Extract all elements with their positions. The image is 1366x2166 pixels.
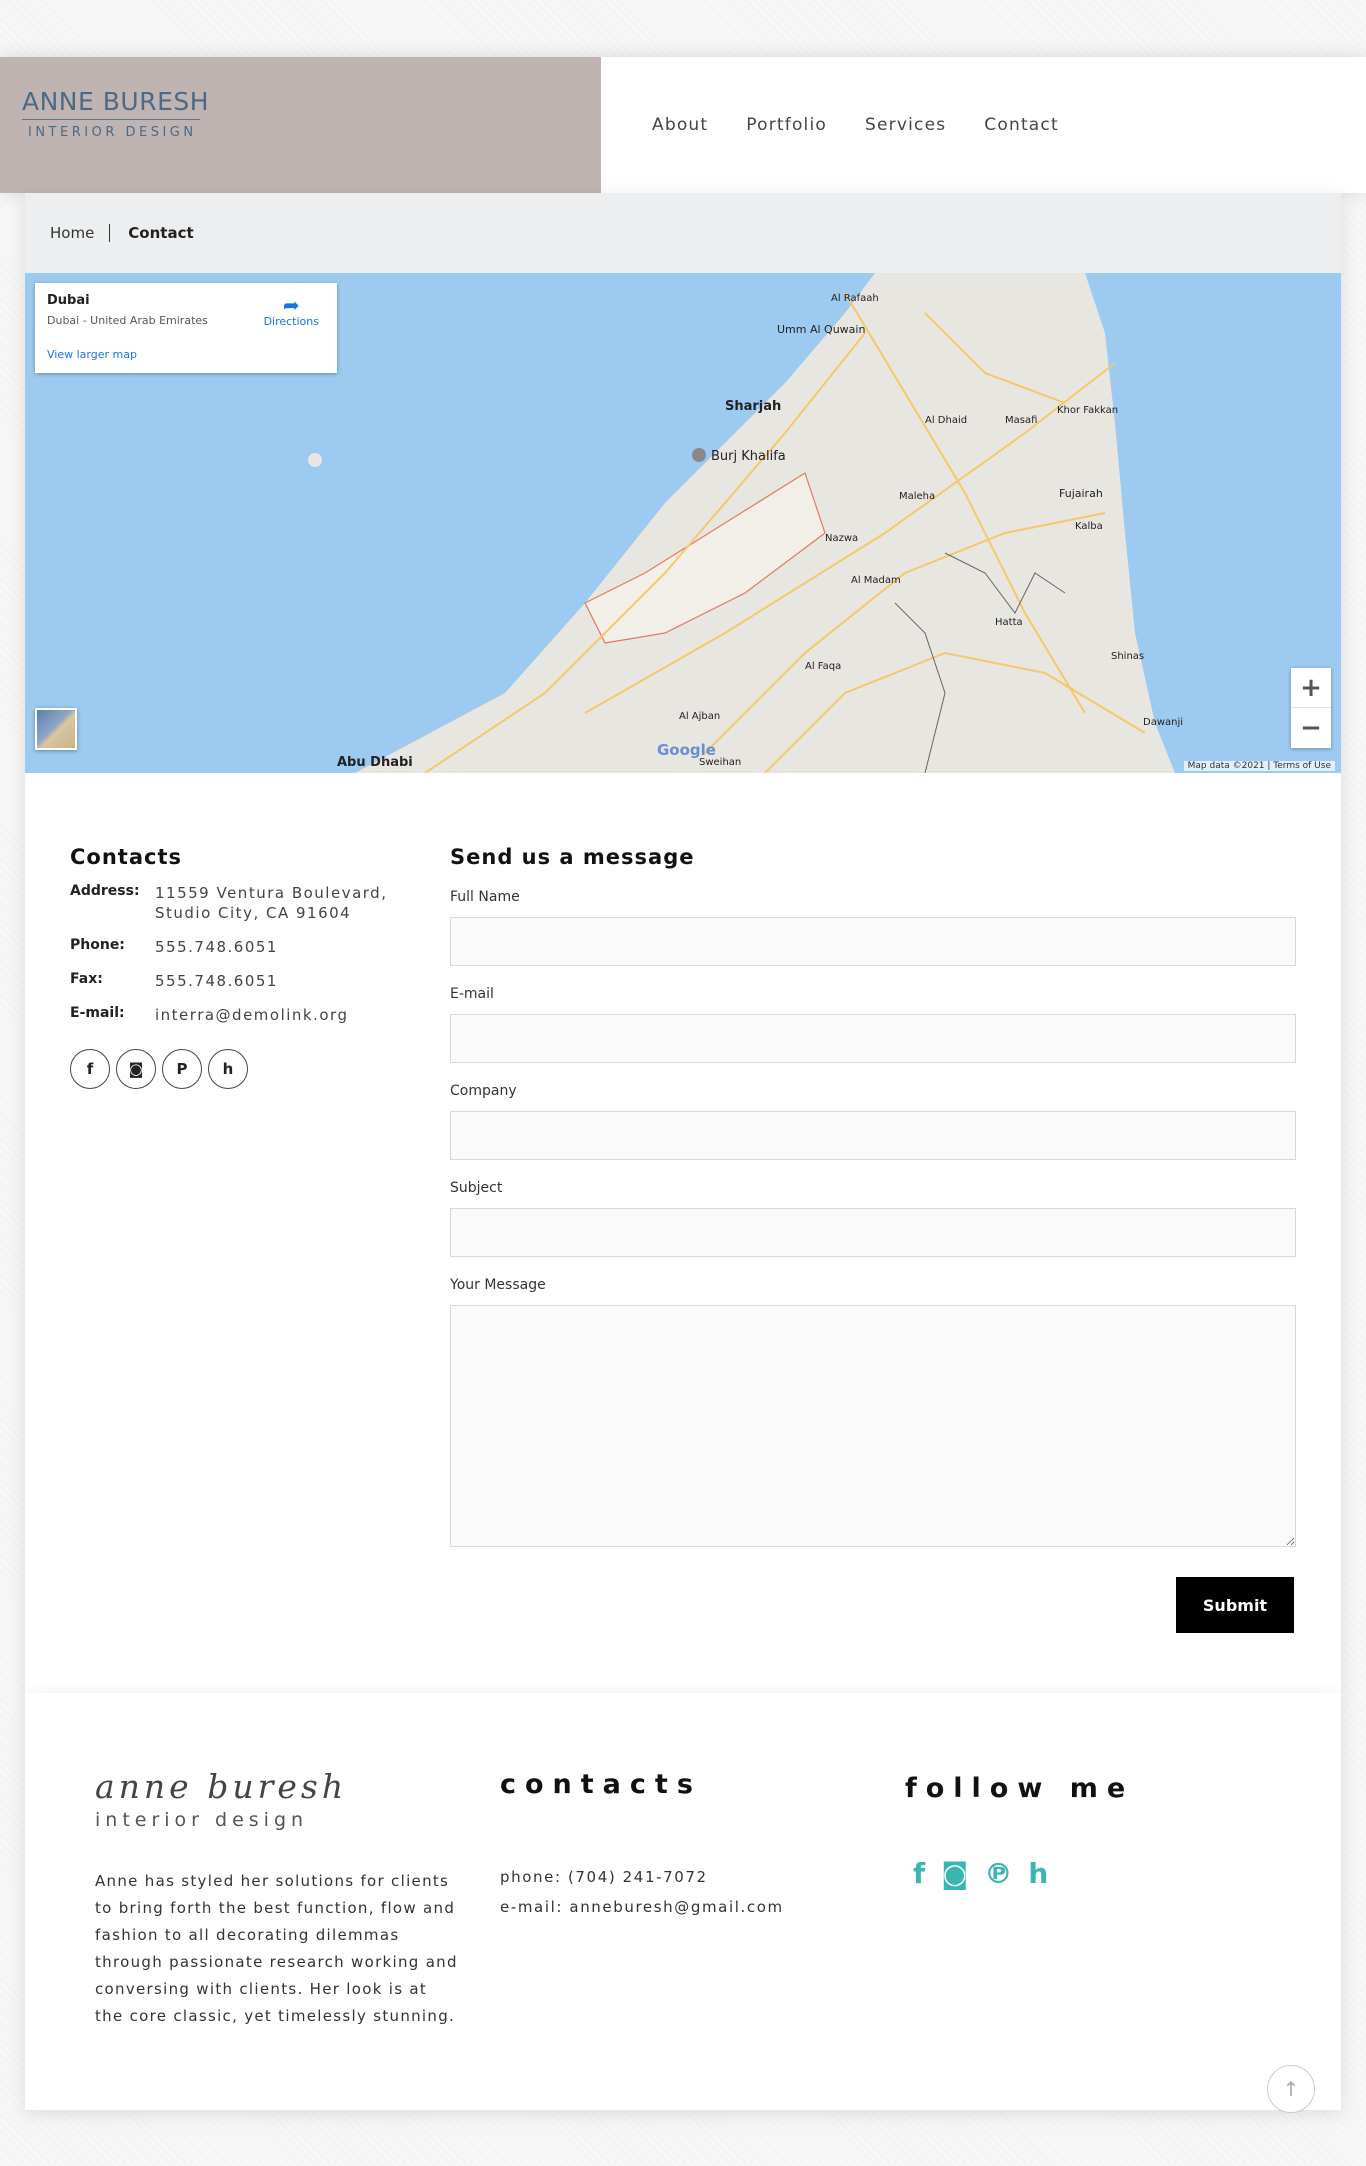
phone-row: Phone: 555.748.6051 — [70, 937, 410, 957]
footer-email[interactable]: e-mail: anneburesh@gmail.com — [500, 1898, 784, 1916]
map-label-al-dhaid: Al Dhaid — [925, 415, 968, 426]
map-label-al-ajban: Al Ajban — [679, 711, 721, 722]
map-label-sharjah: Sharjah — [725, 399, 782, 414]
email-row: E-mail: interra@demolink.org — [70, 1005, 410, 1025]
nav-portfolio[interactable]: Portfolio — [746, 115, 827, 135]
nav-about[interactable]: About — [652, 115, 708, 135]
zoom-out-button[interactable]: − — [1291, 708, 1331, 748]
logo-subtitle: INTERIOR DESIGN — [28, 125, 197, 140]
fax-label: Fax: — [70, 971, 103, 987]
map-label-al-rafaah: Al Rafaah — [831, 293, 879, 304]
message-form: Send us a message Full Name E-mail Compa… — [450, 845, 1296, 1633]
address-label: Address: — [70, 883, 140, 899]
full-name-input[interactable] — [450, 917, 1296, 966]
form-title: Send us a message — [450, 845, 695, 869]
map-label-hatta: Hatta — [995, 617, 1023, 628]
pinterest-icon[interactable]: P — [162, 1049, 202, 1089]
zoom-in-button[interactable]: + — [1291, 668, 1331, 708]
breadcrumb-home[interactable]: Home — [50, 224, 111, 242]
contact-socials: f ◙ P h — [70, 1049, 410, 1089]
subject-input[interactable] — [450, 1208, 1296, 1257]
site-footer: anne buresh interior design Anne has sty… — [25, 1693, 1341, 2113]
main-nav: About Portfolio Services Contact — [601, 57, 1097, 193]
breadcrumb-current: Contact — [128, 224, 194, 242]
email-value[interactable]: interra@demolink.org — [155, 1005, 410, 1025]
map-label-dawanji: Dawanji — [1143, 717, 1184, 728]
facebook-icon[interactable]: f — [913, 1857, 925, 1890]
nav-contact[interactable]: Contact — [984, 115, 1059, 135]
footer-follow-title: follow me — [905, 1773, 1135, 1804]
footer-logo-script: anne buresh — [95, 1767, 348, 1806]
map-credit[interactable]: Map data ©2021 | Terms of Use — [1183, 761, 1335, 771]
footer-phone[interactable]: phone: (704) 241-7072 — [500, 1868, 708, 1886]
map-label-kalba: Kalba — [1075, 521, 1103, 532]
map-label-burj-khalifa: Burj Khalifa — [711, 449, 786, 464]
map-label-fujairah: Fujairah — [1059, 487, 1103, 500]
contacts-block: Contacts Address: 11559 Ventura Boulevar… — [70, 845, 410, 1089]
map-label-shinas: Shinas — [1111, 651, 1145, 662]
zoom-controls: + − — [1291, 668, 1331, 748]
footer-contacts-title: contacts — [500, 1769, 702, 1800]
map-label-al-faqa: Al Faqa — [805, 661, 842, 672]
subject-label: Subject — [450, 1180, 503, 1196]
view-larger-map-link[interactable]: View larger map — [47, 348, 137, 361]
map-label-nazwa: Nazwa — [825, 533, 859, 544]
submit-button[interactable]: Submit — [1176, 1577, 1294, 1633]
back-to-top-button[interactable]: ↑ — [1267, 2065, 1315, 2113]
email-label: E-mail: — [70, 1005, 125, 1021]
map-label-umm-al-quwain: Umm Al Quwain — [777, 323, 866, 336]
email-field-label: E-mail — [450, 986, 494, 1002]
fax-value: 555.748.6051 — [155, 972, 278, 990]
map-label-maleha: Maleha — [899, 491, 936, 502]
facebook-icon[interactable]: f — [70, 1049, 110, 1089]
message-textarea[interactable] — [450, 1305, 1296, 1547]
map-label-khor-fakkan: Khor Fakkan — [1057, 405, 1119, 416]
directions-icon: ➦ — [282, 293, 300, 317]
map-info-card: Dubai Dubai - United Arab Emirates ➦ Dir… — [35, 283, 337, 373]
breadcrumb: Home Contact — [25, 193, 1341, 273]
logo-name: ANNE BURESH — [22, 87, 210, 116]
contacts-title: Contacts — [70, 845, 182, 869]
pinterest-icon[interactable]: ℗ — [984, 1857, 1012, 1890]
instagram-icon[interactable]: ◙ — [941, 1857, 968, 1890]
logo[interactable]: ANNE BURESH INTERIOR DESIGN — [0, 57, 601, 193]
address-value: 11559 Ventura Boulevard, Studio City, CA… — [155, 884, 388, 922]
google-logo: Google — [657, 741, 716, 759]
email-input[interactable] — [450, 1014, 1296, 1063]
map-label-abu-dhabi: Abu Dhabi — [337, 755, 413, 770]
phone-label: Phone: — [70, 937, 125, 953]
message-label: Your Message — [450, 1277, 546, 1293]
site-header: ANNE BURESH INTERIOR DESIGN About Portfo… — [0, 57, 1366, 193]
nav-services[interactable]: Services — [865, 115, 946, 135]
company-label: Company — [450, 1083, 517, 1099]
phone-value[interactable]: 555.748.6051 — [155, 937, 410, 957]
map-label-al-madam: Al Madam — [851, 575, 901, 586]
directions-button[interactable]: ➦ Directions — [264, 295, 319, 328]
footer-about: Anne has styled her solutions for client… — [95, 1872, 458, 2025]
fax-row: Fax: 555.748.6051 — [70, 971, 410, 991]
map[interactable]: Sharjah Burj Khalifa Abu Dhabi Umm Al Qu… — [25, 273, 1341, 773]
footer-socials: f ◙ ℗ h — [913, 1857, 1048, 1890]
full-name-label: Full Name — [450, 889, 520, 905]
houzz-icon[interactable]: h — [1028, 1857, 1048, 1890]
houzz-icon[interactable]: h — [208, 1049, 248, 1089]
address-row: Address: 11559 Ventura Boulevard, Studio… — [70, 883, 410, 923]
logo-divider — [22, 119, 200, 120]
satellite-toggle[interactable] — [35, 708, 77, 750]
footer-logo-subtitle: interior design — [95, 1809, 309, 1831]
map-label-masafi: Masafi — [1005, 415, 1038, 426]
instagram-icon[interactable]: ◙ — [116, 1049, 156, 1089]
company-input[interactable] — [450, 1111, 1296, 1160]
main-panel: Home Contact Sharjah Burj Khalifa Abu Dh… — [25, 193, 1341, 1693]
arrow-up-icon: ↑ — [1282, 2077, 1300, 2101]
directions-label: Directions — [263, 315, 319, 328]
